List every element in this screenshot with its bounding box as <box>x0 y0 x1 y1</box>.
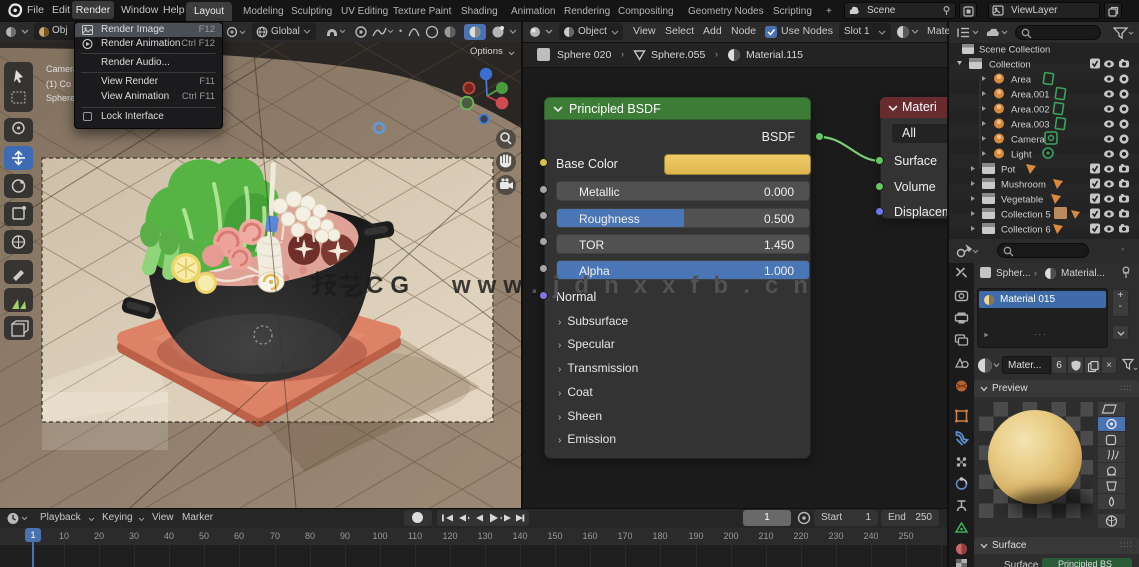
svg-text:Area.003: Area.003 <box>1011 120 1050 131</box>
svg-text:Collection 6: Collection 6 <box>1001 225 1051 236</box>
svg-text:Light: Light <box>1011 150 1032 161</box>
svg-text:Scene Collection: Scene Collection <box>979 45 1050 56</box>
svg-text:Area.002: Area.002 <box>1011 105 1050 116</box>
svg-text:Area: Area <box>1011 75 1032 86</box>
svg-text:Collection: Collection <box>989 60 1031 71</box>
svg-text:Pot: Pot <box>1001 165 1016 176</box>
svg-text:Camera: Camera <box>1011 135 1046 146</box>
svg-text:Vegetable: Vegetable <box>1001 195 1043 206</box>
svg-text:CG: CG <box>366 272 416 297</box>
svg-text:Area.001: Area.001 <box>1011 90 1050 101</box>
svg-text:Mushroom: Mushroom <box>1001 180 1046 191</box>
svg-text:Collection 5: Collection 5 <box>1001 210 1051 221</box>
